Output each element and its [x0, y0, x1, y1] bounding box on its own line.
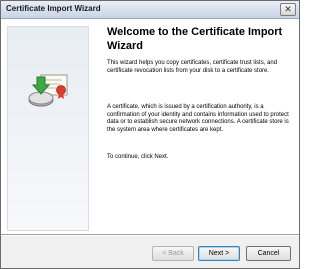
continue-instruction: To continue, click Next. — [107, 154, 169, 160]
wizard-banner-image — [7, 26, 89, 231]
wizard-window: Certificate Import Wizard ✕ Welcome to t… — [0, 0, 300, 269]
wizard-content: Welcome to the Certificate Import Wizard… — [99, 19, 299, 234]
window-title: Certificate Import Wizard — [6, 4, 101, 13]
next-button[interactable]: Next > — [198, 246, 240, 261]
cancel-button[interactable]: Cancel — [246, 246, 291, 261]
page-title: Welcome to the Certificate Import Wizard — [107, 26, 283, 52]
title-bar[interactable]: Certificate Import Wizard ✕ — [1, 1, 299, 19]
back-button[interactable]: < Back — [152, 246, 194, 261]
intro-paragraph: This wizard helps you copy certificates,… — [107, 60, 278, 74]
wizard-side-panel — [1, 19, 99, 234]
button-divider — [1, 234, 299, 236]
close-icon: ✕ — [284, 4, 292, 14]
certificate-description-paragraph: A certificate, which is issued by a cert… — [107, 104, 289, 133]
close-button[interactable]: ✕ — [280, 3, 296, 16]
certificate-import-icon — [28, 74, 68, 107]
